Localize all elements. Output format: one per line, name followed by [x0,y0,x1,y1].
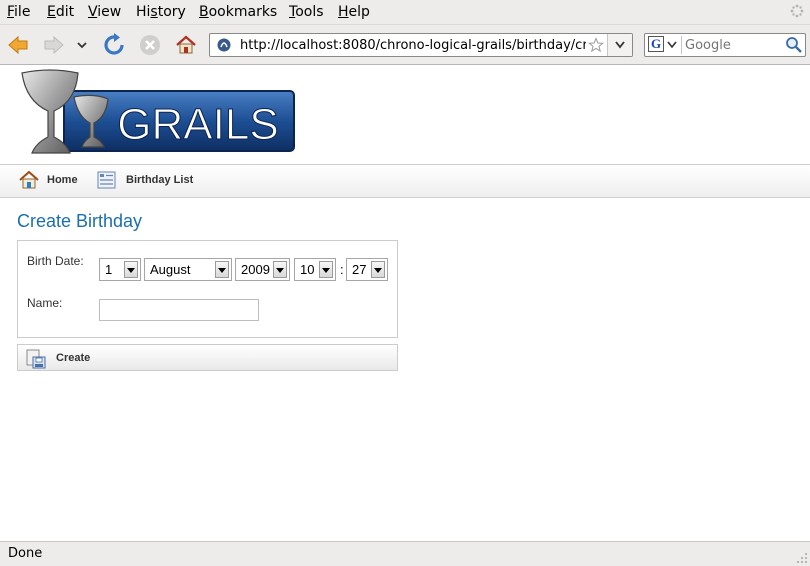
search-engine-selector[interactable]: G [647,36,682,54]
time-separator: : [340,262,344,277]
dropdown-arrow-icon [319,261,333,278]
dropdown-arrow-icon [273,261,287,278]
history-dropdown-icon[interactable] [72,33,92,57]
menu-bookmarks[interactable]: Bookmarks [199,4,277,20]
page-title: Create Birthday [17,211,143,231]
search-icon[interactable] [785,36,803,54]
list-icon [97,171,116,189]
dropdown-arrow-icon [124,261,138,278]
menu-edit[interactable]: Edit [47,4,74,20]
menu-view[interactable]: View [88,4,121,20]
menu-bar: File Edit View History Bookmarks Tools H… [0,0,810,25]
forward-arrow-icon[interactable] [42,33,66,57]
grails-logo-text: GRAILS [117,100,278,149]
site-favicon-icon [217,38,231,52]
menu-help[interactable]: Help [338,4,370,20]
menu-help-mnemonic: H [338,4,349,20]
grails-logo: GRAILS [21,69,295,154]
bookmark-star-icon[interactable] [588,37,604,53]
google-logo-icon: G [648,36,664,52]
search-bar: G [644,33,806,57]
create-button[interactable]: Create [24,347,90,369]
home-icon [19,171,39,189]
dropdown-arrow-icon [371,261,385,278]
menu-view-label: iew [97,4,122,20]
menu-view-mnemonic: V [88,4,98,20]
save-icon [26,349,46,369]
name-label: Name: [27,296,63,310]
name-field[interactable] [99,299,259,321]
throbber-icon [790,4,804,18]
nav-home-link[interactable]: Home [47,174,78,186]
menu-bookmarks-mnemonic: B [199,4,209,20]
menu-edit-label: dit [55,4,75,20]
status-bar: Done [0,541,810,566]
header-logo-area: GRAILS [0,65,810,164]
menu-edit-mnemonic: E [47,4,56,20]
create-form: Birth Date: 1 August 2009 10 : 27 Name: [17,240,398,338]
chevron-down-icon [667,41,677,49]
month-select[interactable]: August [144,258,232,281]
hour-select-value: 10 [300,262,315,277]
menu-tools-label: ools [295,4,324,20]
menu-history-mnemonic: s [150,4,158,20]
hour-select[interactable]: 10 [294,258,336,281]
minute-select[interactable]: 27 [346,258,388,281]
back-arrow-icon[interactable] [6,33,30,57]
resize-grip-icon[interactable] [796,552,808,564]
menu-tools[interactable]: Tools [289,4,324,20]
menu-history-prefix: Hi [136,4,151,20]
stop-icon[interactable] [138,33,162,57]
menu-file-mnemonic: F [7,4,15,20]
status-text: Done [8,546,43,561]
search-input[interactable] [685,37,781,53]
app-nav: Home Birthday List [0,164,810,198]
url-history-dropdown[interactable] [607,34,632,56]
dropdown-arrow-icon [215,261,229,278]
menu-file[interactable]: File [7,4,30,20]
menu-file-label: ile [14,4,31,20]
nav-birthday-list-link[interactable]: Birthday List [126,174,193,186]
create-button-label: Create [56,352,91,364]
year-select-value: 2009 [241,262,270,277]
menu-bookmarks-label: ookmarks [208,4,278,20]
form-button-bar: Create [17,344,398,371]
menu-history-label: tory [157,4,186,20]
year-select[interactable]: 2009 [235,258,290,281]
url-bar[interactable]: http://localhost:8080/chrono-logical-gra… [209,33,633,57]
home-icon[interactable] [174,33,198,57]
minute-select-value: 27 [352,262,367,277]
reload-icon[interactable] [102,33,126,57]
month-select-value: August [150,262,191,277]
chevron-down-icon [615,41,625,49]
menu-history[interactable]: History [136,4,186,20]
menu-help-label: elp [348,4,370,20]
url-text[interactable]: http://localhost:8080/chrono-logical-gra… [240,38,586,53]
day-select-value: 1 [105,262,113,277]
birth-date-label: Birth Date: [27,254,84,268]
day-select[interactable]: 1 [99,258,141,281]
